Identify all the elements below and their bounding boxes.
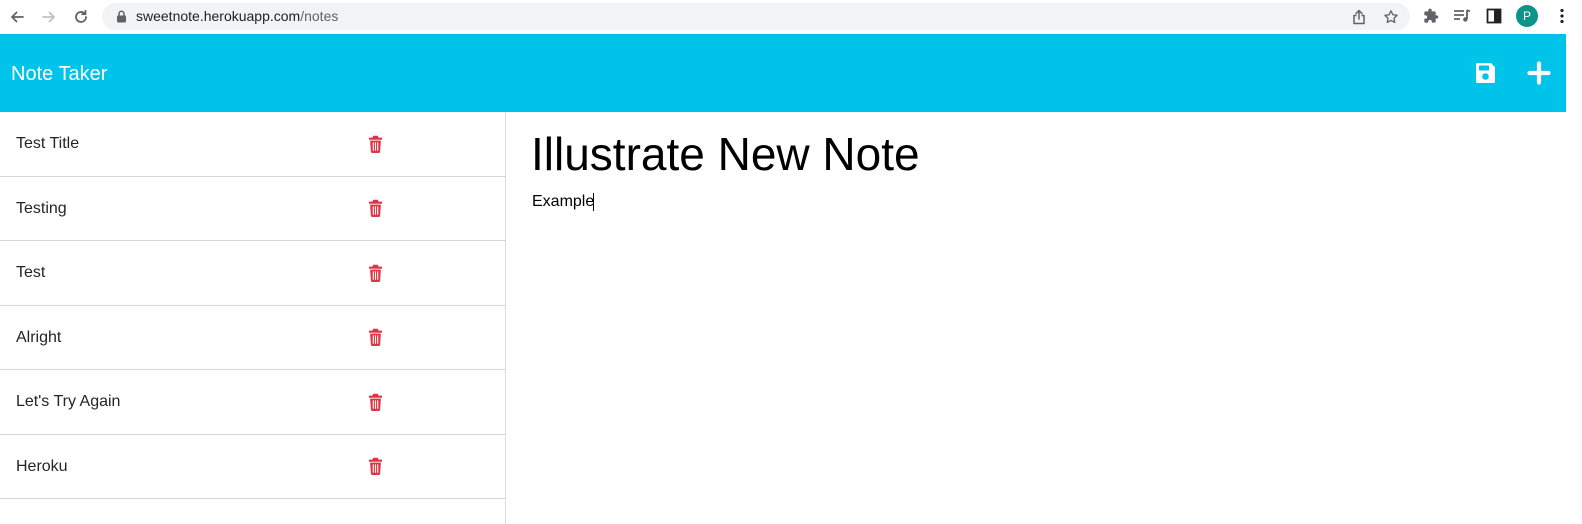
url-host: sweetnote.herokuapp.com xyxy=(136,8,301,24)
star-icon[interactable] xyxy=(1382,8,1400,26)
note-title[interactable]: Testing xyxy=(16,199,67,219)
list-item[interactable]: Let's Try Again xyxy=(0,370,505,435)
list-item[interactable]: Testing xyxy=(0,177,505,241)
kebab-menu-icon[interactable] xyxy=(1552,6,1572,26)
forward-arrow-icon[interactable] xyxy=(38,6,60,28)
url-text[interactable]: sweetnote.herokuapp.com/notes xyxy=(136,8,338,25)
note-title[interactable]: Heroku xyxy=(16,457,68,477)
note-editor: Example xyxy=(507,112,1566,524)
trash-icon[interactable] xyxy=(367,457,384,476)
app-title[interactable]: Note Taker xyxy=(11,62,107,86)
list-item[interactable]: Test Title xyxy=(0,112,505,177)
lock-icon[interactable] xyxy=(114,9,128,24)
save-icon[interactable] xyxy=(1472,60,1498,86)
list-item[interactable]: Test xyxy=(0,241,505,306)
avatar[interactable]: P xyxy=(1516,5,1538,27)
note-list: Test Title Testing Test Alright Let's Tr… xyxy=(0,112,505,499)
puzzle-icon[interactable] xyxy=(1421,6,1441,26)
url-path: /notes xyxy=(300,8,339,24)
note-title[interactable]: Let's Try Again xyxy=(16,392,120,412)
browser-toolbar: sweetnote.herokuapp.com/notes P xyxy=(0,0,1582,34)
trash-icon[interactable] xyxy=(367,263,384,282)
address-bar[interactable]: sweetnote.herokuapp.com/notes xyxy=(102,3,1410,30)
list-item[interactable]: Heroku xyxy=(0,435,505,499)
media-control-icon[interactable] xyxy=(1452,6,1472,26)
share-icon[interactable] xyxy=(1350,8,1368,26)
note-title-input[interactable] xyxy=(531,126,1531,182)
note-body-textarea[interactable]: Example xyxy=(532,192,1532,492)
trash-icon[interactable] xyxy=(367,392,384,411)
trash-icon[interactable] xyxy=(367,199,384,218)
notes-sidebar: Test Title Testing Test Alright Let's Tr… xyxy=(0,112,506,524)
app-navbar: Note Taker xyxy=(0,34,1566,112)
side-panel-icon[interactable] xyxy=(1484,6,1504,26)
reload-icon[interactable] xyxy=(70,6,92,28)
list-item[interactable]: Alright xyxy=(0,306,505,370)
back-arrow-icon[interactable] xyxy=(6,6,28,28)
note-title[interactable]: Test Title xyxy=(16,134,79,154)
note-title[interactable]: Test xyxy=(16,263,45,283)
trash-icon[interactable] xyxy=(367,134,384,153)
trash-icon[interactable] xyxy=(367,328,384,347)
plus-icon[interactable] xyxy=(1526,60,1552,86)
note-title[interactable]: Alright xyxy=(16,328,61,348)
page-gutter xyxy=(1566,34,1582,524)
text-cursor xyxy=(593,193,594,211)
